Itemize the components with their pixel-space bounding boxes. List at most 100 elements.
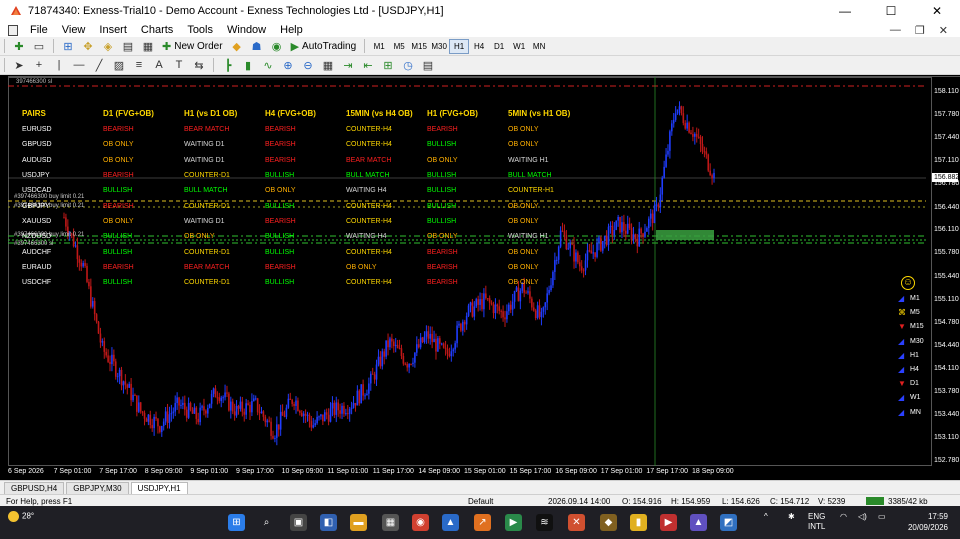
system-clock[interactable]: 17:59 20/09/2026 bbox=[908, 511, 948, 533]
text-label-icon[interactable]: T bbox=[171, 57, 187, 73]
menu-help[interactable]: Help bbox=[273, 24, 310, 36]
video-app-icon[interactable]: ▶ bbox=[660, 514, 677, 531]
mdi-minimize-button[interactable]: — bbox=[890, 24, 901, 37]
candle-body bbox=[243, 411, 246, 415]
search-icon[interactable]: ⌕ bbox=[258, 514, 275, 531]
battery-icon[interactable]: ▭ bbox=[878, 512, 886, 521]
menu-file[interactable]: File bbox=[23, 24, 55, 36]
maximize-button[interactable]: ☐ bbox=[868, 0, 914, 22]
tile-windows-icon[interactable]: ▦ bbox=[320, 57, 336, 73]
channel-icon[interactable]: ▨ bbox=[111, 57, 127, 73]
horizontal-line-icon[interactable]: — bbox=[71, 57, 87, 73]
candle-body bbox=[446, 348, 449, 354]
tray-app-icon[interactable]: ✱ bbox=[788, 512, 795, 521]
calculator-icon[interactable]: ▦ bbox=[382, 514, 399, 531]
start-button[interactable]: ⊞ bbox=[228, 514, 245, 531]
bar-chart-icon[interactable]: ┣ bbox=[220, 57, 236, 73]
scanner-signal-cell: OB ONLY bbox=[508, 279, 539, 287]
strategy-tester-icon[interactable]: ▦ bbox=[140, 38, 156, 54]
templates-icon[interactable]: ▤ bbox=[420, 57, 436, 73]
bar-high: H: 154.959 bbox=[671, 497, 711, 506]
navigator-icon[interactable]: ◈ bbox=[100, 38, 116, 54]
weather-widget[interactable]: 28° bbox=[8, 511, 34, 522]
app-logo-icon bbox=[11, 6, 21, 15]
data-window-icon[interactable]: ✥ bbox=[80, 38, 96, 54]
scanner-signal-cell: WAITING H1 bbox=[508, 156, 549, 164]
timeframe-h4-button[interactable]: H4 bbox=[469, 39, 489, 54]
mdi-close-button[interactable]: ✕ bbox=[939, 24, 948, 37]
timeframe-m1-button[interactable]: M1 bbox=[369, 39, 389, 54]
candle-body bbox=[667, 150, 669, 155]
trendline-icon[interactable]: ╱ bbox=[91, 57, 107, 73]
crosshair-icon[interactable]: + bbox=[31, 57, 47, 73]
auto-trading-button[interactable]: ▶ AutoTrading bbox=[287, 38, 361, 55]
candle-body bbox=[707, 154, 710, 171]
arrows-icon[interactable]: ⇆ bbox=[191, 57, 207, 73]
timeframe-m30-button[interactable]: M30 bbox=[429, 39, 449, 54]
tray-overflow-chevron[interactable]: ^ bbox=[764, 512, 768, 521]
photos-icon[interactable]: ▲ bbox=[442, 514, 459, 531]
candle-body bbox=[419, 337, 422, 348]
mdi-restore-button[interactable]: ❐ bbox=[915, 24, 925, 37]
vertical-line-icon[interactable]: | bbox=[51, 57, 67, 73]
language-indicator[interactable]: ENG INTL bbox=[808, 512, 825, 532]
wifi-icon[interactable]: ◠ bbox=[840, 512, 847, 521]
fibonacci-icon[interactable]: ≡ bbox=[131, 57, 147, 73]
chart-tab-gbpusd-h4[interactable]: GBPUSD,H4 bbox=[4, 482, 65, 494]
document-app-icon[interactable]: ▮ bbox=[630, 514, 647, 531]
candle-body bbox=[509, 304, 512, 310]
timeframe-m5-button[interactable]: M5 bbox=[389, 39, 409, 54]
candlestick-icon[interactable]: ▮ bbox=[240, 57, 256, 73]
menu-charts[interactable]: Charts bbox=[134, 24, 180, 36]
task-view-icon[interactable]: ▣ bbox=[290, 514, 307, 531]
zoom-in-icon[interactable]: ⊕ bbox=[280, 57, 296, 73]
menu-tools[interactable]: Tools bbox=[180, 24, 220, 36]
timeframe-mn-button[interactable]: MN bbox=[529, 39, 549, 54]
exness-app-icon[interactable]: ✕ bbox=[568, 514, 585, 531]
menu-view[interactable]: View bbox=[55, 24, 93, 36]
market-watch-icon[interactable]: ⊞ bbox=[60, 38, 76, 54]
game-app-icon[interactable]: ◆ bbox=[600, 514, 617, 531]
indicators-icon[interactable]: ⊞ bbox=[380, 57, 396, 73]
metatrader-taskbar-icon[interactable]: ▶ bbox=[505, 514, 522, 531]
widgets-icon[interactable]: ◧ bbox=[320, 514, 337, 531]
profiles-icon[interactable]: ▭ bbox=[31, 38, 47, 54]
text-icon[interactable]: A bbox=[151, 57, 167, 73]
chart-tab-gbpjpy-m30[interactable]: GBPJPY,M30 bbox=[66, 482, 129, 494]
candle-body bbox=[258, 412, 261, 414]
timeframe-m15-button[interactable]: M15 bbox=[409, 39, 429, 54]
zoom-out-icon[interactable]: ⊖ bbox=[300, 57, 316, 73]
timeframe-w1-button[interactable]: W1 bbox=[509, 39, 529, 54]
menu-insert[interactable]: Insert bbox=[92, 24, 134, 36]
terminal-app-icon[interactable]: ≋ bbox=[536, 514, 553, 531]
price-chart[interactable]: 397466300 sl #397466300 buy limit 0.21 #3… bbox=[8, 76, 960, 478]
candle-body bbox=[266, 420, 269, 423]
auto-scroll-icon[interactable]: ⇥ bbox=[340, 57, 356, 73]
timeframe-d1-button[interactable]: D1 bbox=[489, 39, 509, 54]
terminal-icon[interactable]: ▤ bbox=[120, 38, 136, 54]
timeframe-h1-button[interactable]: H1 bbox=[449, 38, 470, 54]
paint-app-icon[interactable]: ◩ bbox=[720, 514, 737, 531]
menu-window[interactable]: Window bbox=[220, 24, 273, 36]
chart-tab-usdjpy-h1[interactable]: USDJPY,H1 bbox=[130, 482, 188, 494]
candle-body bbox=[306, 414, 309, 416]
price-tick-label: 153.440 bbox=[934, 411, 960, 419]
candle-body bbox=[713, 172, 715, 179]
minimize-button[interactable]: — bbox=[822, 0, 868, 22]
new-order-button[interactable]: ✚ New Order bbox=[158, 38, 227, 55]
chrome-icon[interactable]: ◉ bbox=[412, 514, 429, 531]
line-chart-icon[interactable]: ∿ bbox=[260, 57, 276, 73]
chart-shift-icon[interactable]: ⇤ bbox=[360, 57, 376, 73]
app-chart-icon[interactable]: ↗ bbox=[474, 514, 491, 531]
editor-app-icon[interactable]: ▲ bbox=[690, 514, 707, 531]
close-button[interactable]: ✕ bbox=[914, 0, 960, 22]
volume-icon[interactable]: ◁) bbox=[858, 512, 867, 521]
signals-icon[interactable]: ◉ bbox=[269, 38, 285, 54]
chart-document-icon[interactable] bbox=[8, 24, 18, 36]
metaeditor-icon[interactable]: ◆ bbox=[229, 38, 245, 54]
periods-icon[interactable]: ◷ bbox=[400, 57, 416, 73]
file-explorer-icon[interactable]: ▬ bbox=[350, 514, 367, 531]
cursor-icon[interactable]: ➤ bbox=[11, 57, 27, 73]
new-chart-icon[interactable]: ✚ bbox=[11, 38, 27, 54]
community-icon[interactable]: ☗ bbox=[249, 38, 265, 54]
